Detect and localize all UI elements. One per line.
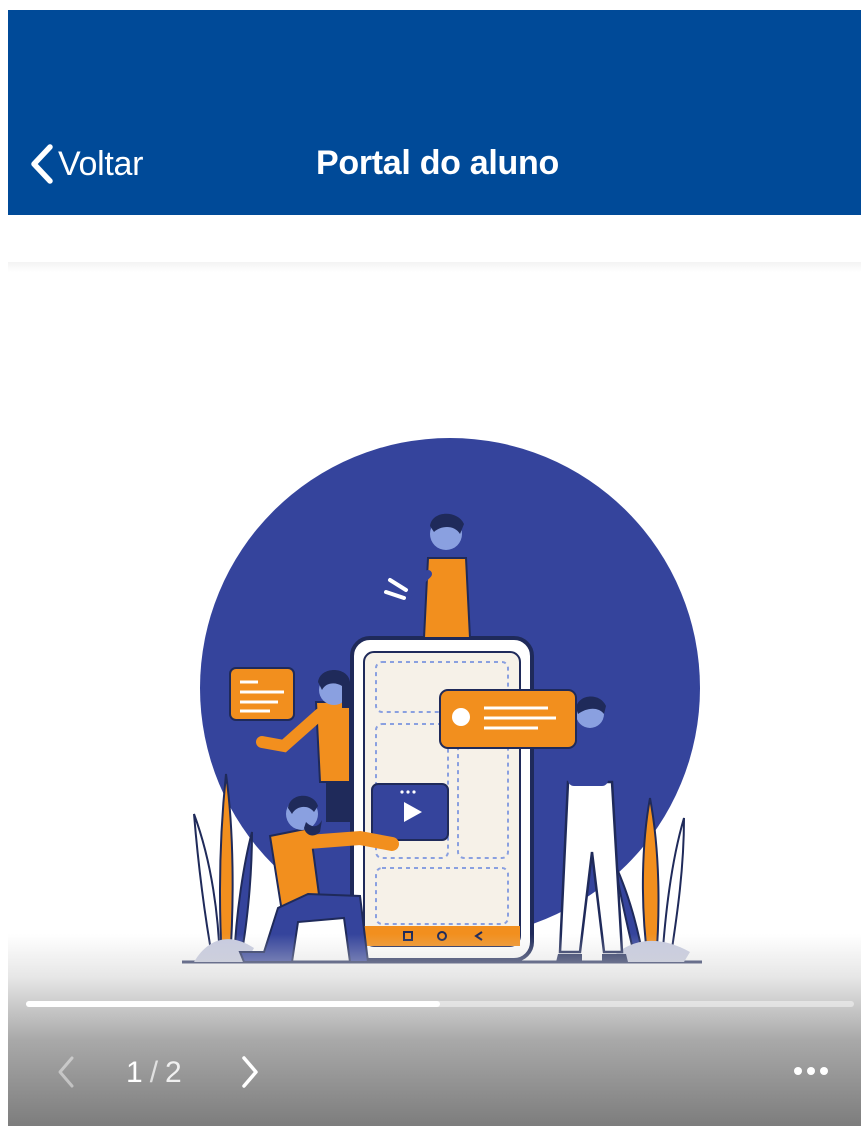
more-options-button[interactable] — [786, 1056, 836, 1086]
image-viewer[interactable]: 1/2 — [8, 262, 861, 1126]
back-label: Voltar — [58, 144, 144, 183]
message-card-left — [229, 667, 295, 721]
progress-track — [26, 1001, 854, 1007]
more-horizontal-icon — [794, 1067, 828, 1075]
page-counter: 1/2 — [126, 1056, 183, 1090]
page-title: Portal do aluno — [316, 144, 559, 182]
message-card-right — [439, 689, 577, 749]
chevron-left-icon — [58, 1056, 74, 1088]
back-button[interactable]: Voltar — [28, 142, 143, 186]
chevron-left-icon — [31, 144, 53, 184]
next-page-button[interactable] — [236, 1050, 264, 1094]
page-separator: / — [149, 1056, 160, 1089]
app-screen: Voltar Portal do aluno 1 / 2 — [8, 10, 861, 1126]
total-pages: 2 — [165, 1056, 183, 1089]
chevron-right-icon — [242, 1056, 258, 1088]
progress-fill — [26, 1001, 440, 1007]
current-page: 1 — [126, 1056, 144, 1089]
previous-page-button[interactable] — [52, 1050, 80, 1094]
viewer-controls: 1/2 — [8, 934, 861, 1126]
video-card — [371, 783, 449, 841]
navigation-bar: Voltar Portal do aluno — [8, 10, 861, 215]
